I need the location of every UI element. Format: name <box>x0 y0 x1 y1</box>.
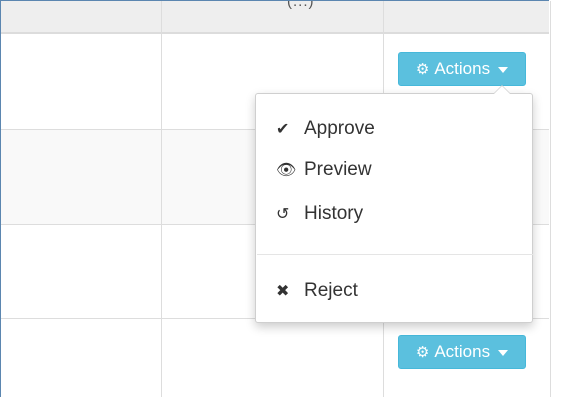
menu-item-history[interactable]: ↺ History <box>256 194 532 234</box>
menu-item-preview[interactable]: 👁 Preview <box>256 150 532 190</box>
gear-icon: ⚙ <box>415 343 430 361</box>
menu-item-label: History <box>304 203 364 224</box>
actions-button-label: Actions <box>434 59 491 78</box>
times-icon: ✖ <box>276 283 290 300</box>
menu-item-label: Reject <box>304 280 358 301</box>
actions-button-label: Actions <box>434 342 491 361</box>
actions-dropdown-button[interactable]: ⚙ Actions <box>398 335 526 369</box>
header-cell-clipped: (...) <box>287 0 315 9</box>
frame-left-border <box>0 0 1 397</box>
actions-dropdown-button[interactable]: ⚙ Actions <box>398 52 526 86</box>
eye-icon: 👁 <box>276 162 297 179</box>
menu-item-label: Preview <box>304 159 372 180</box>
data-grid-frame: (...) ⚙ Actions ⚙ Actions ✔ Approve 👁 Pr… <box>0 0 571 397</box>
history-icon: ↺ <box>276 206 290 223</box>
menu-item-approve[interactable]: ✔ Approve <box>256 109 532 149</box>
menu-item-reject[interactable]: ✖ Reject <box>256 271 532 311</box>
column-divider <box>161 1 162 397</box>
menu-divider <box>257 254 533 255</box>
check-icon: ✔ <box>276 121 290 138</box>
actions-dropdown-menu: ✔ Approve 👁 Preview ↺ History ✖ Reject <box>255 85 533 323</box>
caret-down-icon <box>498 67 509 73</box>
frame-top-border <box>0 0 549 1</box>
table-right-border <box>550 1 551 397</box>
menu-item-label: Approve <box>304 118 375 139</box>
gear-icon: ⚙ <box>415 60 430 78</box>
caret-down-icon <box>498 350 509 356</box>
table-header-row: (...) <box>1 0 549 34</box>
